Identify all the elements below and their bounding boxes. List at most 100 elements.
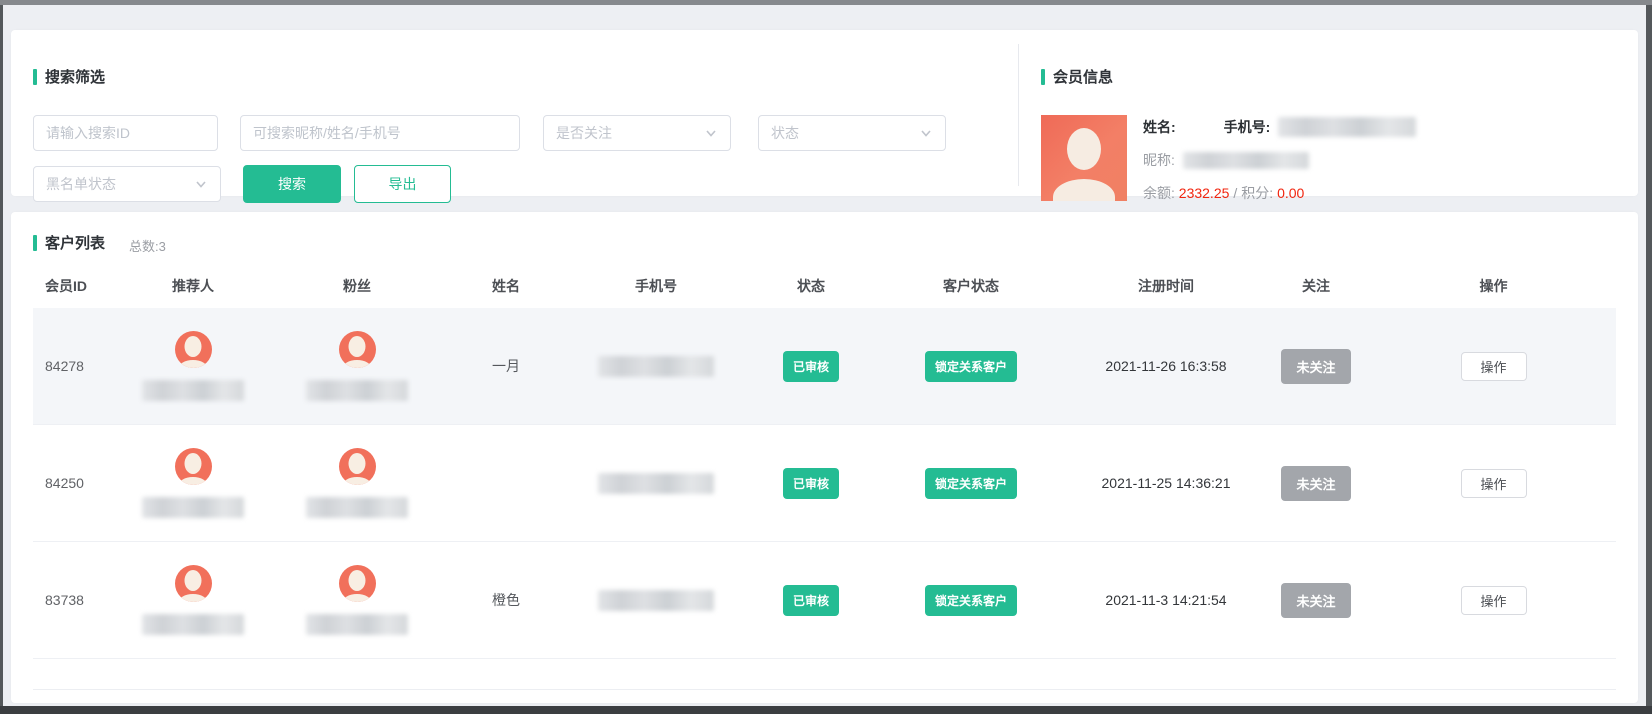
customer-list-panel: 客户列表 总数:3 会员ID 推荐人 粉丝 姓名 手机号 状态 客户状态 注册时… [11, 212, 1638, 703]
referrer-avatar-icon [175, 448, 212, 485]
customer-name: 一月 [451, 356, 561, 376]
row-action-button[interactable]: 操作 [1461, 352, 1527, 381]
customer-name: 橙色 [451, 590, 561, 610]
follow-select[interactable]: 是否关注 [543, 115, 731, 151]
member-info-header: 会员信息 [1041, 66, 1618, 87]
member-avatar [1041, 115, 1127, 201]
referrer-cell [123, 448, 263, 518]
phone-cell [561, 473, 751, 494]
status-badge: 已审核 [783, 351, 839, 382]
member-phone-label: 手机号: [1224, 117, 1271, 137]
total-count: 总数:3 [129, 236, 166, 255]
col-follow: 关注 [1261, 276, 1371, 296]
col-member-id: 会员ID [33, 276, 123, 296]
section-accent-bar [33, 69, 37, 85]
fan-cell [263, 565, 451, 635]
section-accent-bar [33, 235, 37, 251]
referrer-name-redacted [142, 497, 244, 518]
customer-list-title: 客户列表 [45, 232, 105, 253]
member-info-title: 会员信息 [1053, 66, 1113, 87]
top-panel: 搜索筛选 是否关注 状态 黑名单状态 [11, 30, 1638, 196]
avatar-person-icon [1067, 128, 1101, 170]
member-balance-label: 余额: [1143, 183, 1175, 203]
col-name: 姓名 [451, 276, 561, 296]
member-balance-value: 2332.25 [1179, 185, 1230, 201]
blacklist-select-placeholder: 黑名单状态 [46, 174, 116, 194]
status-select-placeholder: 状态 [771, 123, 799, 143]
fan-cell [263, 331, 451, 401]
customer-status-badge: 锁定关系客户 [925, 468, 1017, 499]
page-background: 搜索筛选 是否关注 状态 黑名单状态 [3, 5, 1646, 706]
filter-section-header: 搜索筛选 [33, 66, 978, 87]
referrer-cell [123, 331, 263, 401]
col-register-time: 注册时间 [1071, 276, 1261, 296]
filter-title: 搜索筛选 [45, 66, 105, 87]
member-id: 83738 [33, 592, 123, 608]
col-fan: 粉丝 [263, 276, 451, 296]
customer-list-header: 客户列表 总数:3 [33, 232, 166, 255]
table-row: 84278 一月 已审核 锁定关系客户 2021-11-26 16:3:58 未… [33, 308, 1616, 425]
status-badge: 已审核 [783, 585, 839, 616]
member-phone-redacted [1278, 117, 1416, 137]
phone-cell [561, 356, 751, 377]
col-status: 状态 [751, 276, 871, 296]
member-nickname-label: 昵称: [1143, 150, 1175, 170]
fan-avatar-icon [339, 565, 376, 602]
customer-status-badge: 锁定关系客户 [925, 351, 1017, 382]
export-button[interactable]: 导出 [354, 165, 451, 203]
col-phone: 手机号 [561, 276, 751, 296]
follow-badge: 未关注 [1281, 349, 1350, 384]
fan-avatar-icon [339, 331, 376, 368]
phone-cell [561, 590, 751, 611]
member-id: 84250 [33, 475, 123, 491]
phone-redacted [598, 473, 714, 494]
follow-select-placeholder: 是否关注 [556, 123, 612, 143]
register-time: 2021-11-3 14:21:54 [1105, 592, 1226, 608]
col-referrer: 推荐人 [123, 276, 263, 296]
follow-badge: 未关注 [1281, 466, 1350, 501]
member-nickname-redacted [1183, 152, 1309, 169]
search-filter-section: 搜索筛选 是否关注 状态 黑名单状态 [33, 66, 978, 217]
referrer-name-redacted [142, 614, 244, 635]
chevron-down-icon [704, 126, 718, 140]
panel-divider [1018, 44, 1019, 186]
row-action-button[interactable]: 操作 [1461, 586, 1527, 615]
search-id-input[interactable] [33, 115, 218, 151]
search-button[interactable]: 搜索 [243, 165, 341, 203]
phone-redacted [598, 356, 714, 377]
member-name-label: 姓名: [1143, 117, 1176, 137]
register-time: 2021-11-26 16:3:58 [1105, 358, 1226, 374]
fan-name-redacted [306, 380, 408, 401]
fan-name-redacted [306, 614, 408, 635]
keyword-search-input[interactable] [240, 115, 520, 151]
member-info-section: 会员信息 姓名: 手机号: 昵称: [1041, 66, 1618, 216]
member-points-value: 0.00 [1277, 185, 1304, 201]
member-points-label: 积分: [1241, 183, 1273, 203]
referrer-cell [123, 565, 263, 635]
register-time: 2021-11-25 14:36:21 [1102, 475, 1231, 491]
table-row: 84250 已审核 锁定关系客户 2021-11-25 14:36:21 未关注… [33, 425, 1616, 542]
follow-badge: 未关注 [1281, 583, 1350, 618]
fan-cell [263, 448, 451, 518]
member-id: 84278 [33, 358, 123, 374]
referrer-avatar-icon [175, 565, 212, 602]
col-action: 操作 [1371, 276, 1616, 296]
status-badge: 已审核 [783, 468, 839, 499]
customer-status-badge: 锁定关系客户 [925, 585, 1017, 616]
blacklist-status-select[interactable]: 黑名单状态 [33, 166, 221, 202]
chevron-down-icon [919, 126, 933, 140]
fan-name-redacted [306, 497, 408, 518]
referrer-avatar-icon [175, 331, 212, 368]
table-footer-divider [33, 689, 1616, 690]
table-row: 83738 橙色 已审核 锁定关系客户 2021-11-3 14:21:54 未… [33, 542, 1616, 659]
phone-redacted [598, 590, 714, 611]
table-header-row: 会员ID 推荐人 粉丝 姓名 手机号 状态 客户状态 注册时间 关注 操作 [33, 264, 1616, 308]
fan-avatar-icon [339, 448, 376, 485]
row-action-button[interactable]: 操作 [1461, 469, 1527, 498]
window-frame-bottom [0, 706, 1652, 714]
status-select[interactable]: 状态 [758, 115, 946, 151]
section-accent-bar [1041, 69, 1045, 85]
chevron-down-icon [194, 177, 208, 191]
col-customer-status: 客户状态 [871, 276, 1071, 296]
referrer-name-redacted [142, 380, 244, 401]
